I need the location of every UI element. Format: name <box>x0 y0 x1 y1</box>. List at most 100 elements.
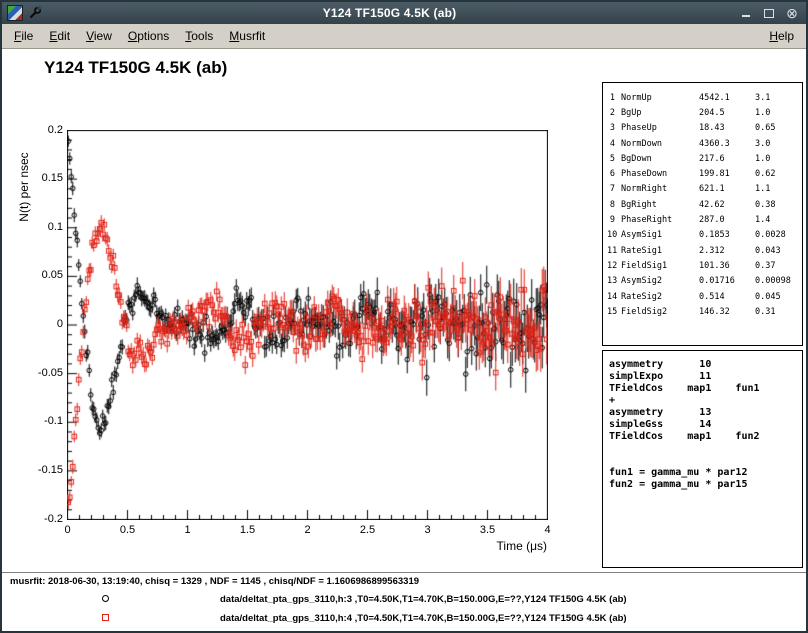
param-idx: 1 <box>607 93 621 103</box>
param-name: NormUp <box>621 93 699 103</box>
param-idx: 5 <box>607 154 621 164</box>
param-value: 0.514 <box>699 292 755 302</box>
param-error: 0.043 <box>755 246 798 256</box>
fit-parameter-row: 13AsymSig20.017160.00098 <box>607 274 798 289</box>
fit-parameter-row: 8BgRight42.620.38 <box>607 197 798 212</box>
x-axis-title: Time (μs) <box>407 539 547 553</box>
theory-box: asymmetry 10 simplExpo 11 TFieldCos map1… <box>602 350 803 568</box>
param-error: 0.045 <box>755 292 798 302</box>
menu-file[interactable]: File <box>6 25 41 47</box>
minimize-button[interactable] <box>737 5 755 21</box>
param-value: 4542.1 <box>699 93 755 103</box>
param-idx: 3 <box>607 123 621 133</box>
param-name: BgRight <box>621 200 699 210</box>
param-value: 0.1853 <box>699 230 755 240</box>
param-name: PhaseDown <box>621 169 699 179</box>
app-window: Y124 TF150G 4.5K (ab) ⊗ FileEditViewOpti… <box>0 0 808 633</box>
fit-parameter-row: 15FieldSig2146.320.31 <box>607 304 798 319</box>
fit-parameter-row: 6PhaseDown199.810.62 <box>607 166 798 181</box>
menubar: FileEditViewOptionsToolsMusrfit Help <box>2 24 806 49</box>
x-tick-label: 1 <box>166 524 210 536</box>
param-error: 3.1 <box>755 93 798 103</box>
param-value: 101.36 <box>699 261 755 271</box>
param-error: 0.00098 <box>755 276 798 286</box>
param-name: AsymSig2 <box>621 276 699 286</box>
plot-canvas[interactable] <box>67 130 548 520</box>
fit-parameter-row: 5BgDown217.61.0 <box>607 151 798 166</box>
x-tick-label: 1.5 <box>226 524 270 536</box>
status-divider <box>2 572 806 573</box>
param-idx: 12 <box>607 261 621 271</box>
status-line: musrfit: 2018-06-30, 13:19:40, chisq = 1… <box>10 576 419 587</box>
menu-tools[interactable]: Tools <box>177 25 221 47</box>
fit-parameter-row: 4NormDown4360.33.0 <box>607 136 798 151</box>
param-name: PhaseRight <box>621 215 699 225</box>
param-name: PhaseUp <box>621 123 699 133</box>
param-value: 2.312 <box>699 246 755 256</box>
param-idx: 8 <box>607 200 621 210</box>
param-error: 1.4 <box>755 215 798 225</box>
y-tick-label: 0.05 <box>19 269 63 281</box>
param-idx: 4 <box>607 139 621 149</box>
param-value: 146.32 <box>699 307 755 317</box>
titlebar: Y124 TF150G 4.5K (ab) ⊗ <box>2 2 806 24</box>
fit-parameter-row: 9PhaseRight287.01.4 <box>607 212 798 227</box>
param-value: 204.5 <box>699 108 755 118</box>
param-error: 0.31 <box>755 307 798 317</box>
legend-text: data/deltat_pta_gps_3110,h:4 ,T0=4.50K,T… <box>220 613 627 624</box>
y-tick-label: -0.2 <box>19 513 63 525</box>
x-tick-label: 3 <box>406 524 450 536</box>
menu-help[interactable]: Help <box>761 25 802 47</box>
param-name: FieldSig1 <box>621 261 699 271</box>
y-tick-label: -0.05 <box>19 367 63 379</box>
param-name: NormRight <box>621 184 699 194</box>
param-idx: 13 <box>607 276 621 286</box>
legend-text: data/deltat_pta_gps_3110,h:3 ,T0=4.50K,T… <box>220 594 627 605</box>
param-error: 0.65 <box>755 123 798 133</box>
param-error: 0.0028 <box>755 230 798 240</box>
param-value: 217.6 <box>699 154 755 164</box>
menu-view[interactable]: View <box>78 25 120 47</box>
menu-edit[interactable]: Edit <box>41 25 78 47</box>
close-button[interactable]: ⊗ <box>783 5 801 21</box>
param-name: BgDown <box>621 154 699 164</box>
param-value: 18.43 <box>699 123 755 133</box>
param-idx: 14 <box>607 292 621 302</box>
app-icon[interactable] <box>7 5 23 21</box>
fit-parameter-row: 14RateSig20.5140.045 <box>607 289 798 304</box>
maximize-icon <box>764 9 774 18</box>
minimize-icon <box>742 15 750 17</box>
fit-parameter-row: 2BgUp204.51.0 <box>607 105 798 120</box>
x-tick-label: 3.5 <box>466 524 510 536</box>
param-error: 0.62 <box>755 169 798 179</box>
param-idx: 2 <box>607 108 621 118</box>
param-name: NormDown <box>621 139 699 149</box>
plot-title: Y124 TF150G 4.5K (ab) <box>44 58 227 78</box>
param-name: AsymSig1 <box>621 230 699 240</box>
maximize-button[interactable] <box>760 5 778 21</box>
x-tick-label: 0 <box>46 524 90 536</box>
window-title: Y124 TF150G 4.5K (ab) <box>47 6 732 20</box>
fit-parameter-row: 10AsymSig10.18530.0028 <box>607 228 798 243</box>
param-name: BgUp <box>621 108 699 118</box>
param-error: 0.37 <box>755 261 798 271</box>
param-name: RateSig2 <box>621 292 699 302</box>
menu-musrfit[interactable]: Musrfit <box>221 25 273 47</box>
menu-options[interactable]: Options <box>120 25 177 47</box>
param-value: 42.62 <box>699 200 755 210</box>
param-value: 621.1 <box>699 184 755 194</box>
legend-row: data/deltat_pta_gps_3110,h:4 ,T0=4.50K,T… <box>2 613 806 625</box>
fit-parameters-box: 1NormUp4542.13.1 2BgUp204.51.0 3PhaseUp18.… <box>602 82 803 346</box>
fit-parameter-row: 7NormRight621.11.1 <box>607 182 798 197</box>
main-canvas-area: Y124 TF150G 4.5K (ab) 0.20.150.10.050-0.… <box>2 49 806 632</box>
param-name: FieldSig2 <box>621 307 699 317</box>
param-value: 199.81 <box>699 169 755 179</box>
param-idx: 9 <box>607 215 621 225</box>
param-error: 3.0 <box>755 139 798 149</box>
x-tick-label: 4 <box>526 524 570 536</box>
param-error: 1.0 <box>755 108 798 118</box>
param-idx: 7 <box>607 184 621 194</box>
fit-parameter-row: 11RateSig12.3120.043 <box>607 243 798 258</box>
param-value: 287.0 <box>699 215 755 225</box>
legend-row: data/deltat_pta_gps_3110,h:3 ,T0=4.50K,T… <box>2 594 806 606</box>
